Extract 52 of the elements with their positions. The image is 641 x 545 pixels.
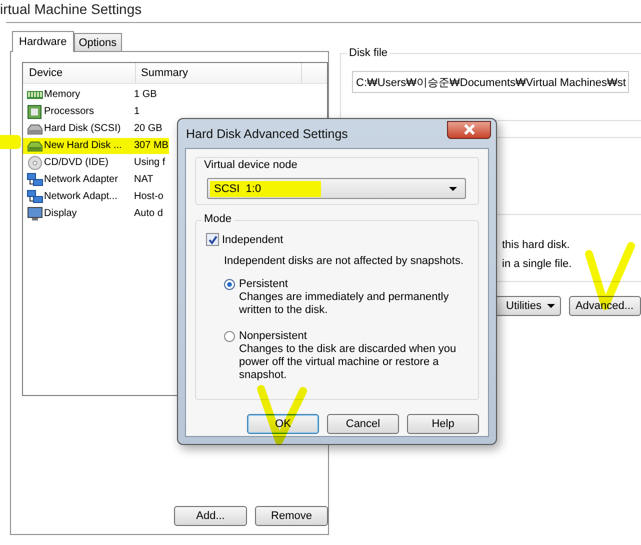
caret-icon (547, 304, 556, 308)
network-computers-icon (27, 172, 43, 186)
option-description: Changes to the disk are discarded when you power off the virtual machine or restore a snapshot. (238, 343, 458, 382)
mode-note: Independent disks are not affected by snapshots. (223, 254, 465, 267)
dialog-title: Hard Disk Advanced Settings (185, 126, 348, 140)
summary-cell-text: Host-o (133, 190, 164, 204)
device-node-dropdown[interactable]: SCSI 1:0 (207, 178, 466, 199)
checkbox[interactable] (206, 233, 219, 246)
summary-cell-text: Using f (133, 156, 166, 170)
summary-cell-text: 1 GB (133, 88, 158, 102)
column-header[interactable]: Summary (136, 63, 302, 83)
device-button[interactable]: Add... (174, 506, 247, 526)
device-item[interactable]: Network Adapt... (23, 188, 131, 204)
disk-note: this hard disk. (502, 239, 571, 253)
summary-cell: 307 MB (131, 138, 170, 154)
summary-cell-text: 1 (133, 104, 141, 118)
tab[interactable]: Options (74, 33, 122, 51)
check-mark-annotation (257, 385, 307, 445)
summary-cell-text: 20 GB (133, 122, 164, 136)
dialog-button[interactable]: Help (407, 414, 479, 434)
network-computers-icon (27, 190, 43, 204)
window-title: irtual Machine Settings (0, 0, 143, 19)
option-description: Changes are immediately and permanently written to the disk. (238, 291, 450, 317)
device-item[interactable]: Network Adapter (23, 172, 131, 188)
device-item[interactable]: Memory (23, 86, 131, 102)
device-item[interactable]: New Hard Disk ... (23, 138, 131, 154)
device-item[interactable]: Hard Disk (SCSI) (23, 120, 131, 136)
column-header[interactable]: Device (23, 63, 136, 83)
checkbox-label[interactable]: Independent (222, 234, 284, 246)
processor-icon (27, 104, 43, 118)
device-button[interactable]: Remove (255, 506, 328, 526)
caret-icon (449, 186, 457, 190)
close-button[interactable] (447, 120, 491, 138)
summary-cell-text: NAT (133, 172, 154, 186)
device-item[interactable]: Processors (23, 104, 131, 120)
device-item[interactable]: CD/DVD (IDE) (23, 154, 131, 170)
radio-label[interactable]: Persistent (239, 278, 288, 290)
radio-label[interactable]: Nonpersistent (239, 330, 307, 342)
disk-file-field[interactable]: C:₩Users₩이승준₩Documents₩Virtual Machines₩st (352, 71, 629, 93)
monitor-icon (27, 206, 43, 220)
group-label: Virtual device node (203, 159, 298, 171)
group-label: Disk file (347, 47, 390, 59)
tab[interactable]: Hardware (12, 31, 74, 52)
device-item[interactable]: Display (23, 206, 131, 222)
summary-cell-text: Auto d (133, 206, 164, 220)
disc-icon (27, 156, 43, 170)
radio-button[interactable] (224, 278, 235, 290)
radio-button[interactable] (224, 330, 235, 342)
close-icon (464, 124, 474, 135)
group-label: Mode (202, 213, 234, 225)
dialog-button[interactable]: Cancel (327, 414, 399, 434)
disk-note: in a single file. (502, 258, 573, 272)
